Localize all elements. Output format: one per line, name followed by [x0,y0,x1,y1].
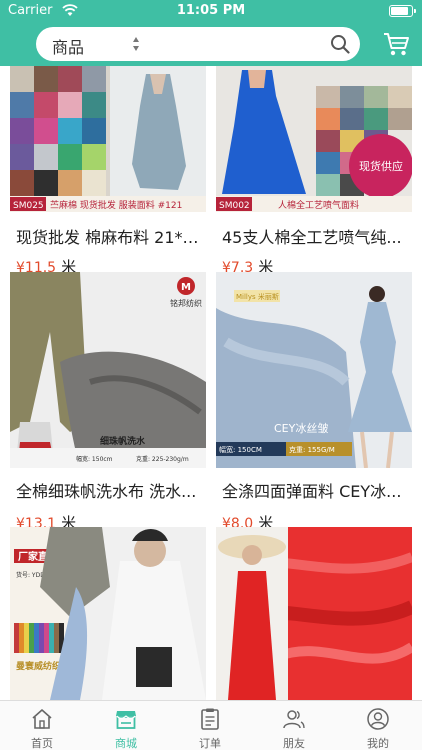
tab-label: 首页 [31,737,53,750]
battery-icon [389,5,416,17]
clock: 11:05 PM [176,3,246,18]
product-card[interactable]: 现货供应 SM002 人棉全工艺喷气面料 45支人棉全工艺喷气纯... ¥7.3… [216,66,412,276]
product-title[interactable]: 现货批发 棉麻布料 21*1... [16,224,206,248]
image-caption-label: 人棉全工艺喷气面料 [278,199,359,211]
tab-label: 朋友 [283,737,305,750]
svg-text:M: M [181,282,191,293]
weight-label: 克重: 155G/M [289,446,335,454]
fabric-swatch-image: 厂家直销 货号: YDD611 曼寰威纺织 [10,527,206,700]
home-icon [32,709,52,729]
tab-friends[interactable]: 朋友 [252,701,336,750]
profile-icon [367,708,389,730]
product-title[interactable]: 全棉细珠帆洗水布 洗水... [16,478,206,502]
order-icon [201,708,219,730]
product-image[interactable]: Millys 米丽斯 CEY冰丝皱 幅宽: 150CM 克重: 155G/M [216,272,412,468]
image-caption-label: CEY冰丝皱 [274,422,328,435]
product-image[interactable] [216,527,412,700]
fabric-swatch-image: M 铭邦纺织 细珠帆洗水 幅宽: 150cm 克重: 225-230g/m [10,272,206,468]
tab-label: 商城 [115,737,137,750]
tab-home[interactable]: 首页 [0,701,84,750]
product-image[interactable]: ▮ SM025 苎麻棉 现货批发 服装面料 #121 [10,66,206,212]
image-code-label: SM002 [219,201,250,211]
product-card[interactable] [216,527,412,700]
width-label: 幅宽: 150CM [219,445,262,454]
search-icon[interactable] [330,34,350,54]
weight-label: 克重: 225-230g/m [136,455,189,463]
fabric-swatch-image: 现货供应 SM002 人棉全工艺喷气面料 [216,66,412,212]
sort-arrows-icon[interactable] [132,36,140,52]
tab-label: 订单 [199,737,221,750]
image-caption-label: 细珠帆洗水 [100,435,146,447]
product-grid: ▮ SM025 苎麻棉 现货批发 服装面料 #121 现货批发 棉麻布料 21*… [0,66,422,700]
tab-store[interactable]: 商城 [84,701,168,750]
footer-label: 曼寰威纺织 [16,660,61,672]
product-card[interactable]: Millys 米丽斯 CEY冰丝皱 幅宽: 150CM 克重: 155G/M 全… [216,272,412,532]
fabric-swatch-image: ▮ SM025 苎麻棉 现货批发 服装面料 #121 [10,66,206,212]
product-title[interactable]: 全涤四面弹面料 CEY冰... [222,478,412,502]
width-label: 幅宽: 150cm [76,455,113,463]
product-title[interactable]: 45支人棉全工艺喷气纯... [222,224,412,248]
status-bar: Carrier 11:05 PM [0,0,422,22]
brand-label: 铭邦纺织 [170,298,202,308]
tab-bar: 首页 商城 订单 朋友 我的 [0,700,422,750]
fabric-swatch-image: Millys 米丽斯 CEY冰丝皱 幅宽: 150CM 克重: 155G/M [216,272,412,468]
product-card[interactable]: M 铭邦纺织 细珠帆洗水 幅宽: 150cm 克重: 225-230g/m 全棉… [10,272,206,532]
product-image[interactable]: 厂家直销 货号: YDD611 曼寰威纺织 [10,527,206,700]
tab-label: 我的 [367,737,389,750]
product-card[interactable]: 厂家直销 货号: YDD611 曼寰威纺织 [10,527,206,700]
product-image[interactable]: M 铭邦纺织 细珠帆洗水 幅宽: 150cm 克重: 225-230g/m [10,272,206,468]
fabric-swatch-image [216,527,412,700]
header-bar: 商品 [0,22,422,66]
search-scope-selector[interactable]: 商品 [52,34,84,58]
store-icon [116,711,136,729]
search-input[interactable]: 商品 [36,27,360,61]
cart-icon[interactable] [382,30,410,58]
tab-orders[interactable]: 订单 [168,701,252,750]
brand-label: Millys 米丽斯 [236,292,279,301]
image-code-label: SM025 [13,201,44,211]
friends-icon [283,710,305,729]
image-caption-label: 苎麻棉 现货批发 服装面料 #121 [50,199,182,211]
tab-profile[interactable]: 我的 [336,701,420,750]
product-image[interactable]: 现货供应 SM002 人棉全工艺喷气面料 [216,66,412,212]
product-card[interactable]: ▮ SM025 苎麻棉 现货批发 服装面料 #121 现货批发 棉麻布料 21*… [10,66,206,276]
stock-badge-label: 现货供应 [359,159,403,173]
